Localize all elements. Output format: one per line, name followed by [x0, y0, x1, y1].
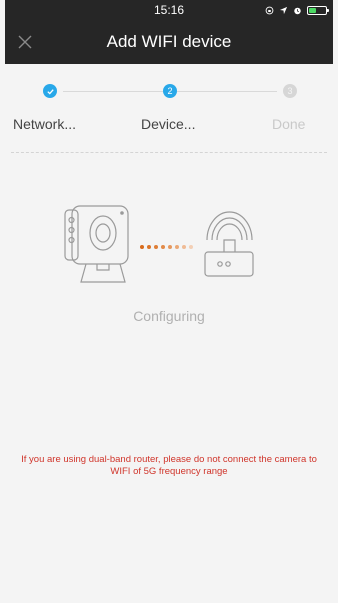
- step-1-label: Network...: [13, 116, 77, 132]
- step-connector: [177, 91, 277, 92]
- progress-stepper: 2 3 Network... Device... Done: [5, 64, 333, 154]
- step-3-label: Done: [272, 116, 306, 132]
- step-2-label: Device...: [141, 116, 196, 132]
- dual-band-warning: If you are using dual-band router, pleas…: [21, 454, 317, 477]
- step-1-check-icon: [43, 84, 57, 98]
- camera-icon: [64, 205, 129, 283]
- status-icons: [265, 4, 329, 16]
- status-bar: 15:16: [5, 0, 333, 20]
- page-title: Add WIFI device: [106, 32, 232, 51]
- app-frame: 15:16 Add WIFI device 2 3 Network... Dev…: [5, 0, 333, 603]
- configuring-illustration: [64, 205, 254, 283]
- nav-bar: Add WIFI device: [5, 20, 333, 64]
- step-connector: [63, 91, 163, 92]
- progress-dots: [140, 245, 193, 249]
- battery-icon: [307, 5, 329, 15]
- step-2-circle: 2: [163, 84, 177, 98]
- alarm-icon: [294, 7, 301, 14]
- step-3-circle: 3: [283, 84, 297, 98]
- configuring-status: Configuring: [133, 308, 205, 324]
- divider: [11, 152, 327, 153]
- router-icon: [204, 211, 254, 277]
- lock-rotation-icon: [265, 6, 274, 14]
- location-icon: [279, 6, 288, 14]
